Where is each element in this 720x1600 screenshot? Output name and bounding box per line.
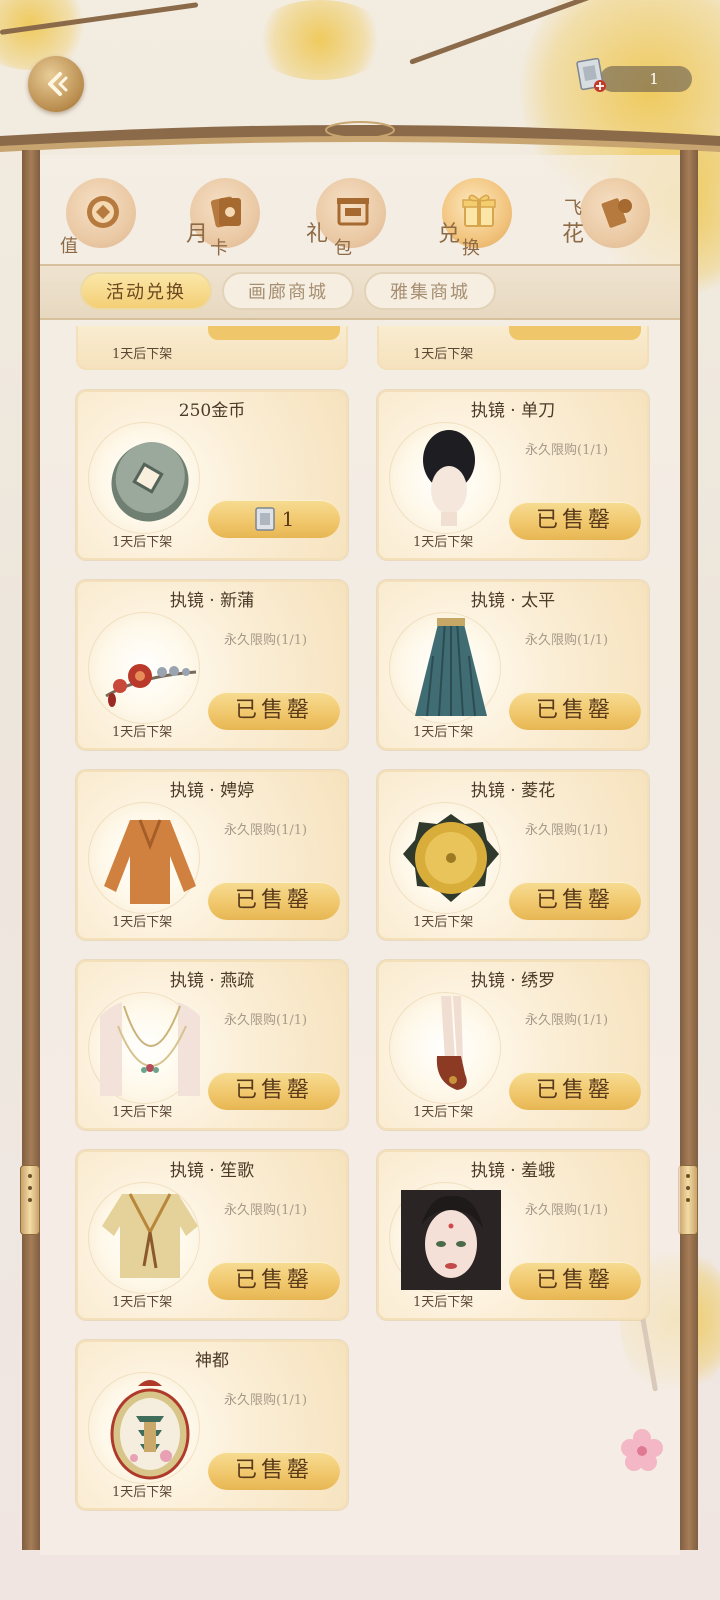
- currency-value: 1: [649, 70, 659, 88]
- necklace-icon: [100, 1002, 200, 1096]
- pagoda-frame-icon: [110, 1380, 190, 1480]
- sold-out-button[interactable]: 已售罄: [208, 1262, 340, 1300]
- back-button[interactable]: [28, 56, 84, 112]
- flower-hairpin-icon: [105, 664, 197, 707]
- sold-out-button[interactable]: 已售罄: [208, 882, 340, 920]
- shop-card-item[interactable]: 神都 永久限购(1/1) 已售罄 1天后下架: [76, 1340, 348, 1510]
- shop-card-item[interactable]: 执镜 · 娉婷 永久限购(1/1) 已售罄 1天后下架: [76, 770, 348, 940]
- bronze-mirror-icon: [403, 814, 499, 902]
- exchange-ticket-icon[interactable]: [576, 57, 606, 94]
- coin-icon: [87, 196, 119, 228]
- subtab-gallery-shop[interactable]: 画廊商城: [222, 272, 354, 310]
- sold-out-button[interactable]: 已售罄: [509, 1072, 641, 1110]
- shop-card-gold-coins[interactable]: 250金币 1 1天后下架: [76, 390, 348, 560]
- frame-left-pillar: [22, 150, 40, 1550]
- shop-card-item[interactable]: 执镜 · 羞蛾 永久限购(1/1) 已售罄 1天后下架: [377, 1150, 649, 1320]
- sold-out-button[interactable]: 已售罄: [208, 1072, 340, 1110]
- tab-exchange[interactable]: 兑 换: [438, 178, 522, 258]
- tab-feihua[interactable]: 飞 花: [562, 178, 660, 258]
- skirt-icon: [415, 618, 487, 717]
- sold-out-button[interactable]: 已售罄: [509, 502, 641, 540]
- shoes-icon: [436, 996, 467, 1090]
- right-scroll-knob[interactable]: [678, 1165, 698, 1235]
- subtab-event-exchange[interactable]: 活动兑换: [80, 272, 212, 310]
- tab-recharge[interactable]: 值: [60, 178, 146, 258]
- card-partial-right[interactable]: 1天后下架: [377, 326, 649, 370]
- tab-gift-pack[interactable]: 礼 包: [306, 178, 396, 258]
- shop-card-item[interactable]: 执镜 · 太平 永久限购(1/1) 已售罄 1天后下架: [377, 580, 649, 750]
- sold-out-button[interactable]: 已售罄: [509, 692, 641, 730]
- sold-out-button[interactable]: 已售罄: [509, 1262, 641, 1300]
- ancient-coin-icon: [111, 442, 189, 522]
- left-scroll-knob[interactable]: [20, 1165, 40, 1235]
- sold-out-button[interactable]: 已售罄: [509, 882, 641, 920]
- frame-roof: [0, 121, 720, 152]
- card-partial-left[interactable]: 1天后下架: [76, 326, 348, 370]
- back-arrow-icon: [48, 72, 68, 96]
- frame-right-pillar: [680, 150, 698, 1550]
- exchange-button[interactable]: 1: [208, 500, 340, 538]
- gift-box-icon: [337, 198, 369, 226]
- plum-blossom-icon: [621, 1429, 663, 1471]
- face-makeup-icon: [401, 1190, 501, 1290]
- exchange-ticket-icon: [254, 507, 275, 531]
- sold-out-button[interactable]: 已售罄: [208, 1452, 340, 1490]
- top-garment-icon: [102, 1193, 198, 1278]
- tab-monthly-card[interactable]: 月 卡: [186, 178, 270, 258]
- subtab-yaji-shop[interactable]: 雅集商城: [364, 272, 496, 310]
- shop-card-item[interactable]: 执镜 · 燕疏 永久限购(1/1) 已售罄 1天后下架: [76, 960, 348, 1130]
- hairstyle-icon: [423, 430, 475, 526]
- sold-out-button[interactable]: 已售罄: [208, 692, 340, 730]
- card-icon: [210, 196, 241, 228]
- blouse-icon: [104, 819, 196, 904]
- shop-card-item[interactable]: 执镜 · 单刀 永久限购(1/1) 已售罄 1天后下架: [377, 390, 649, 560]
- shop-card-item[interactable]: 执镜 · 菱花 永久限购(1/1) 已售罄 1天后下架: [377, 770, 649, 940]
- shop-card-item[interactable]: 执镜 · 笙歌 永久限购(1/1) 已售罄 1天后下架: [76, 1150, 348, 1320]
- shop-card-item[interactable]: 执镜 · 绣罗 永久限购(1/1) 已售罄 1天后下架: [377, 960, 649, 1130]
- shop-card-item[interactable]: 执镜 · 新蒲 永久限购(1/1) 已售罄 1天后下架: [76, 580, 348, 750]
- scroll-icon: [601, 198, 632, 228]
- exchange-gift-icon: [462, 194, 496, 227]
